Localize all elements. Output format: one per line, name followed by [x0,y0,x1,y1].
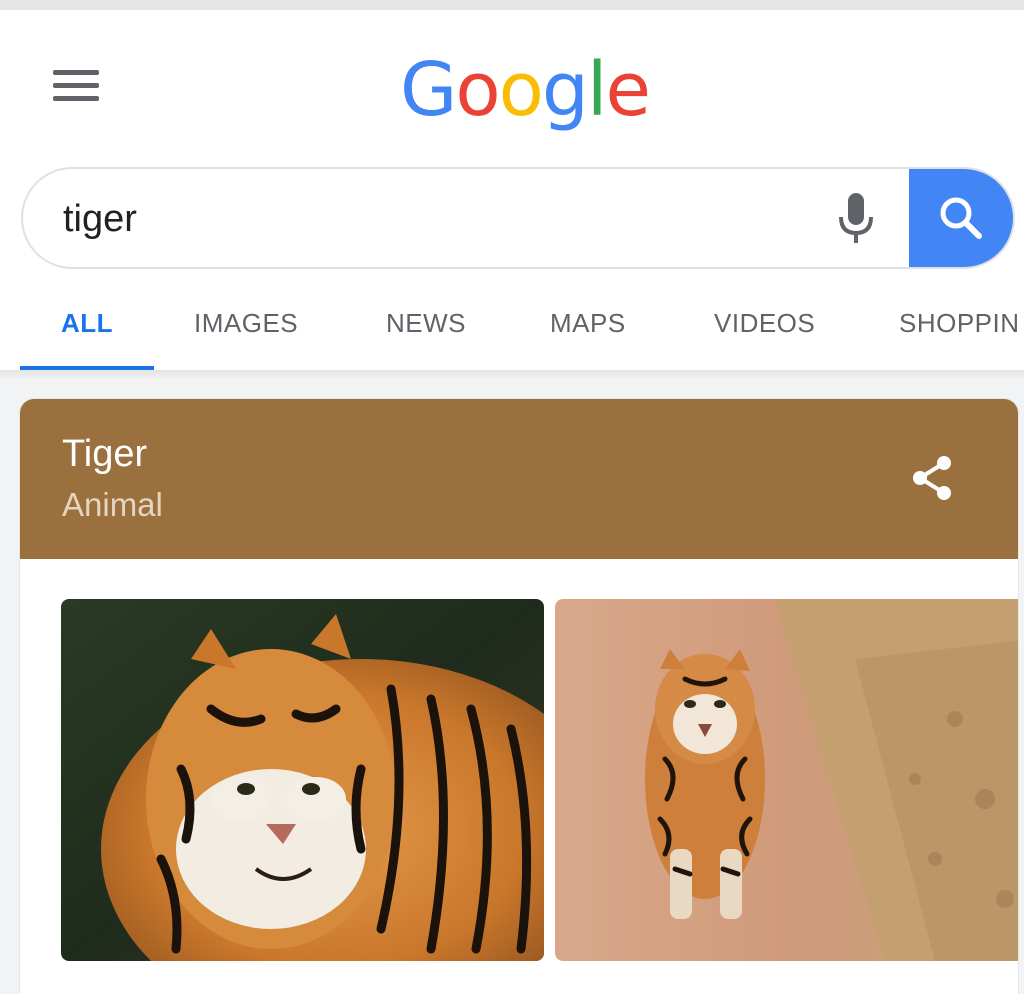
search-input[interactable] [63,189,823,249]
search-tabs: ALL IMAGES NEWS MAPS VIDEOS SHOPPIN [0,290,1024,370]
search-bar [21,167,1015,269]
tabs-divider [0,370,1024,380]
tab-maps[interactable]: MAPS [550,290,626,370]
tiger-image-2[interactable] [555,599,1018,961]
tiger-image-1[interactable] [61,599,544,961]
share-glyph [913,456,951,500]
search-button[interactable] [909,169,1013,267]
share-icon[interactable] [906,451,960,505]
microphone-icon[interactable] [823,189,889,249]
knowledge-panel-title[interactable]: Tiger [62,433,147,476]
hamburger-menu-icon[interactable] [40,60,112,110]
menu-line [53,95,99,101]
app-header: Google [0,10,1024,160]
tab-videos[interactable]: VIDEOS [714,290,815,370]
google-logo[interactable]: Google [400,40,651,140]
knowledge-panel-header: Tiger Animal [20,399,1018,559]
microphone-glyph [839,193,873,243]
logo-letter: g [541,47,589,133]
logo-letter: e [605,47,651,133]
tiger-portrait-picture [61,599,544,961]
logo-letter: G [400,47,457,133]
menu-line [53,69,99,75]
tab-shopping[interactable]: SHOPPIN [899,290,1020,370]
logo-letter: o [455,47,500,133]
search-icon [940,197,982,239]
logo-letter: o [498,47,544,133]
tiger-walking-picture [555,599,1018,961]
menu-line [53,82,99,88]
logo-letter: l [586,47,608,133]
tab-news[interactable]: NEWS [386,290,466,370]
status-bar-strip [0,0,1024,10]
knowledge-panel: Tiger Animal [20,399,1018,994]
tab-all[interactable]: ALL [61,290,113,370]
knowledge-panel-subtitle: Animal [62,486,163,523]
tab-images[interactable]: IMAGES [194,290,298,370]
